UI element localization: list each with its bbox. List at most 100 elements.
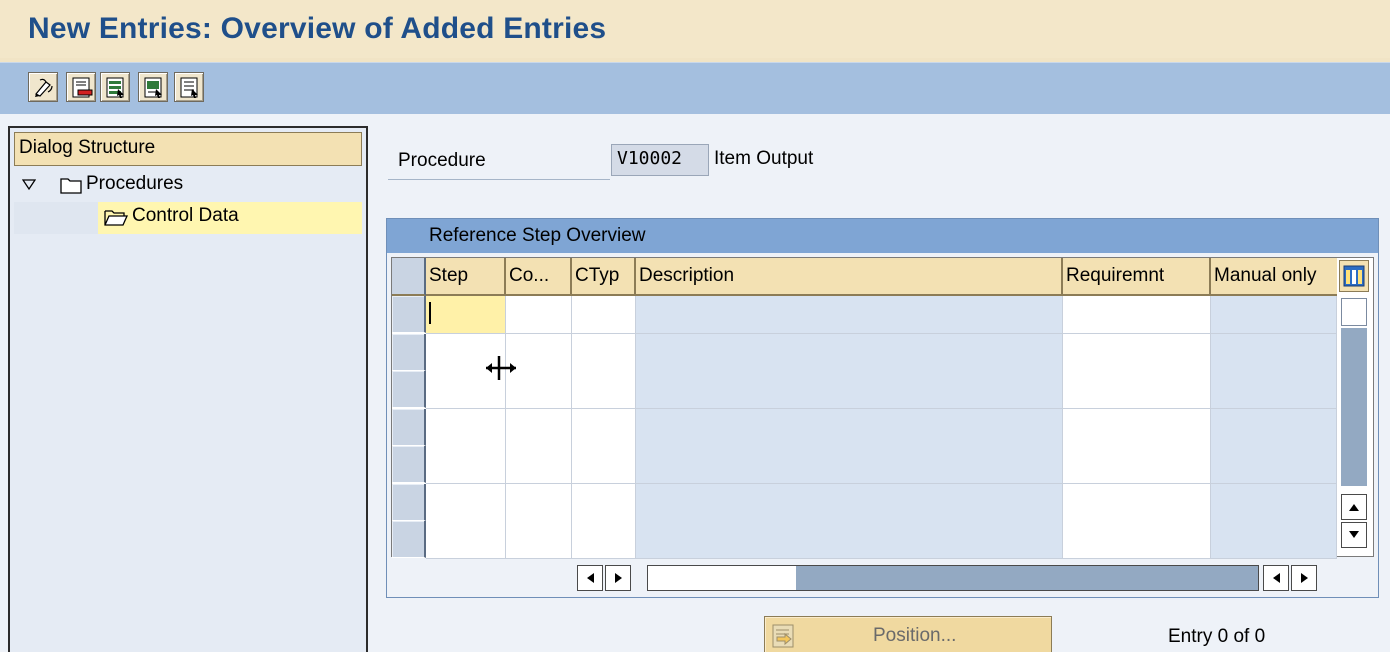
cell-ctyp[interactable] — [572, 333, 636, 372]
column-header-condition[interactable]: Co... — [506, 258, 572, 296]
vertical-scrollbar[interactable] — [1339, 296, 1369, 558]
cell-description[interactable] — [636, 333, 1063, 372]
text-caret — [429, 302, 431, 324]
deselect-all-icon — [180, 77, 198, 98]
display-change-icon — [35, 78, 53, 97]
row-selector[interactable] — [392, 408, 426, 446]
vertical-scroll-track[interactable] — [1341, 328, 1367, 486]
scroll-left-fixed-button[interactable] — [577, 565, 603, 591]
cell-requirement[interactable] — [1063, 371, 1211, 409]
horizontal-scroll-thumb[interactable] — [648, 566, 796, 590]
cell-manual-only[interactable] — [1211, 371, 1337, 409]
row-selector[interactable] — [392, 483, 426, 521]
cell-manual-only[interactable] — [1211, 521, 1337, 559]
column-header-step[interactable]: Step — [426, 258, 506, 296]
cell-ctyp[interactable] — [572, 446, 636, 484]
main-area: Dialog Structure Procedures Control Data… — [0, 114, 1390, 652]
arrow-left-icon — [1273, 573, 1280, 583]
entry-counter: Entry 0 of 0 — [1168, 626, 1266, 647]
cell-condition[interactable] — [506, 521, 572, 559]
column-header-requirement[interactable]: Requiremnt — [1063, 258, 1211, 296]
tree-label-procedures: Procedures — [86, 173, 184, 194]
horizontal-scrollbar-area — [391, 559, 1374, 595]
row-selector[interactable] — [392, 446, 426, 483]
row-selector[interactable] — [392, 296, 426, 333]
reference-step-group: Reference Step Overview Step Co... CTyp … — [386, 218, 1379, 598]
tree-item-procedures[interactable]: Procedures — [14, 170, 362, 202]
column-header-manual-only[interactable]: Manual only — [1211, 258, 1337, 296]
cell-requirement[interactable] — [1063, 446, 1211, 484]
table-settings-button[interactable] — [1339, 260, 1369, 292]
vertical-scroll-thumb[interactable] — [1341, 298, 1367, 326]
cell-ctyp[interactable] — [572, 521, 636, 559]
cell-description[interactable] — [636, 483, 1063, 522]
application-toolbar — [0, 62, 1390, 114]
cell-requirement[interactable] — [1063, 296, 1211, 334]
select-all-button[interactable] — [100, 72, 130, 102]
arrow-left-icon — [587, 573, 594, 583]
scroll-right-button[interactable] — [1291, 565, 1317, 591]
scroll-right-fixed-button[interactable] — [605, 565, 631, 591]
select-block-button[interactable] — [138, 72, 168, 102]
row-selector[interactable] — [392, 371, 426, 408]
scroll-down-button[interactable] — [1341, 522, 1367, 548]
cell-description[interactable] — [636, 446, 1063, 484]
cell-step[interactable] — [426, 296, 506, 334]
cell-step[interactable] — [426, 483, 506, 522]
page-title: New Entries: Overview of Added Entries — [28, 12, 607, 45]
arrow-down-icon — [1349, 531, 1359, 538]
cell-condition[interactable] — [506, 296, 572, 334]
cell-description[interactable] — [636, 296, 1063, 334]
cell-condition[interactable] — [506, 483, 572, 522]
cell-manual-only[interactable] — [1211, 408, 1337, 447]
column-header-ctyp[interactable]: CTyp — [572, 258, 636, 296]
cell-description[interactable] — [636, 521, 1063, 559]
cell-requirement[interactable] — [1063, 333, 1211, 372]
folder-closed-icon — [60, 178, 82, 194]
table-group-title: Reference Step Overview — [387, 219, 1378, 253]
horizontal-scroll-track[interactable] — [647, 565, 1259, 591]
table-settings-icon — [1343, 265, 1365, 287]
dialog-structure-header: Dialog Structure — [14, 132, 362, 166]
procedure-description: Item Output — [714, 148, 814, 169]
display-change-button[interactable] — [28, 72, 58, 102]
cell-manual-only[interactable] — [1211, 483, 1337, 522]
expand-triangle-icon[interactable] — [22, 179, 36, 191]
cell-step[interactable] — [426, 521, 506, 559]
cell-requirement[interactable] — [1063, 521, 1211, 559]
scroll-left-button[interactable] — [1263, 565, 1289, 591]
arrow-right-icon — [615, 573, 622, 583]
cell-step[interactable] — [426, 408, 506, 447]
cell-condition[interactable] — [506, 446, 572, 484]
cell-ctyp[interactable] — [572, 483, 636, 522]
title-bar: New Entries: Overview of Added Entries — [0, 0, 1390, 58]
cell-description[interactable] — [636, 408, 1063, 447]
tree-item-control-data[interactable]: Control Data — [14, 202, 362, 234]
row-selector[interactable] — [392, 521, 426, 558]
select-all-icon — [106, 77, 124, 98]
cell-manual-only[interactable] — [1211, 333, 1337, 372]
delete-icon — [72, 77, 93, 98]
cell-condition[interactable] — [506, 408, 572, 447]
reference-step-table: Step Co... CTyp Description Requiremnt M… — [391, 257, 1374, 559]
tree-label-control-data: Control Data — [132, 205, 239, 226]
deselect-all-button[interactable] — [174, 72, 204, 102]
cell-requirement[interactable] — [1063, 483, 1211, 522]
arrow-right-icon — [1301, 573, 1308, 583]
cell-manual-only[interactable] — [1211, 296, 1337, 334]
cell-step[interactable] — [426, 446, 506, 484]
cell-description[interactable] — [636, 371, 1063, 409]
cell-ctyp[interactable] — [572, 408, 636, 447]
delete-button[interactable] — [66, 72, 96, 102]
select-all-rows-button[interactable] — [392, 258, 426, 296]
cell-ctyp[interactable] — [572, 296, 636, 334]
row-selector[interactable] — [392, 333, 426, 371]
cell-requirement[interactable] — [1063, 408, 1211, 447]
position-button[interactable]: Position... — [764, 616, 1052, 652]
cell-manual-only[interactable] — [1211, 446, 1337, 484]
cell-ctyp[interactable] — [572, 371, 636, 409]
procedure-label: Procedure — [398, 150, 486, 171]
scroll-up-button[interactable] — [1341, 494, 1367, 520]
column-header-description[interactable]: Description — [636, 258, 1063, 296]
table-title: Reference Step Overview — [429, 225, 646, 246]
